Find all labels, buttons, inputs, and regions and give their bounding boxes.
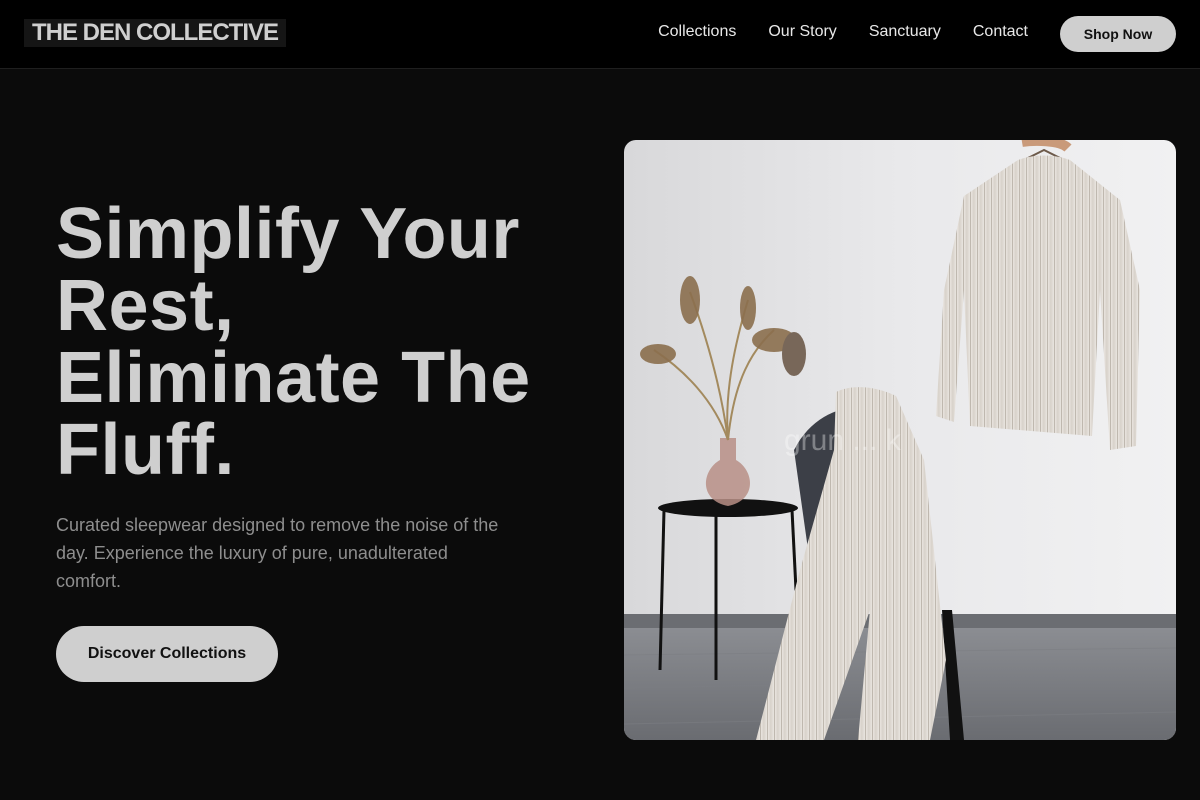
hero-title: Simplify Your Rest, Eliminate The Fluff. xyxy=(56,198,576,486)
hero-photo-illustration: grun ... k xyxy=(624,140,1176,740)
nav-link-contact[interactable]: Contact xyxy=(973,22,1028,42)
shop-now-button[interactable]: Shop Now xyxy=(1060,16,1176,52)
hero-title-line: Rest, xyxy=(56,266,235,346)
hero-subtitle: Curated sleepwear designed to remove the… xyxy=(56,515,499,591)
nav-link-sanctuary[interactable]: Sanctuary xyxy=(869,22,941,42)
top-navbar: THE DEN COLLECTIVE Collections Our Story… xyxy=(0,0,1200,69)
hero-image: grun ... k xyxy=(624,140,1176,740)
nav-link-collections[interactable]: Collections xyxy=(658,22,736,42)
hero-title-line: Simplify Your xyxy=(56,194,520,274)
nav-link-our-story[interactable]: Our Story xyxy=(768,22,836,42)
image-watermark: grun ... k xyxy=(784,424,902,457)
discover-collections-button[interactable]: Discover Collections xyxy=(56,626,278,682)
hero-title-line: Fluff. xyxy=(56,410,235,490)
main-nav: Collections Our Story Sanctuary Contact xyxy=(658,22,1028,42)
brand-logo[interactable]: THE DEN COLLECTIVE xyxy=(24,19,287,47)
hero-title-line: Eliminate The xyxy=(56,338,531,418)
